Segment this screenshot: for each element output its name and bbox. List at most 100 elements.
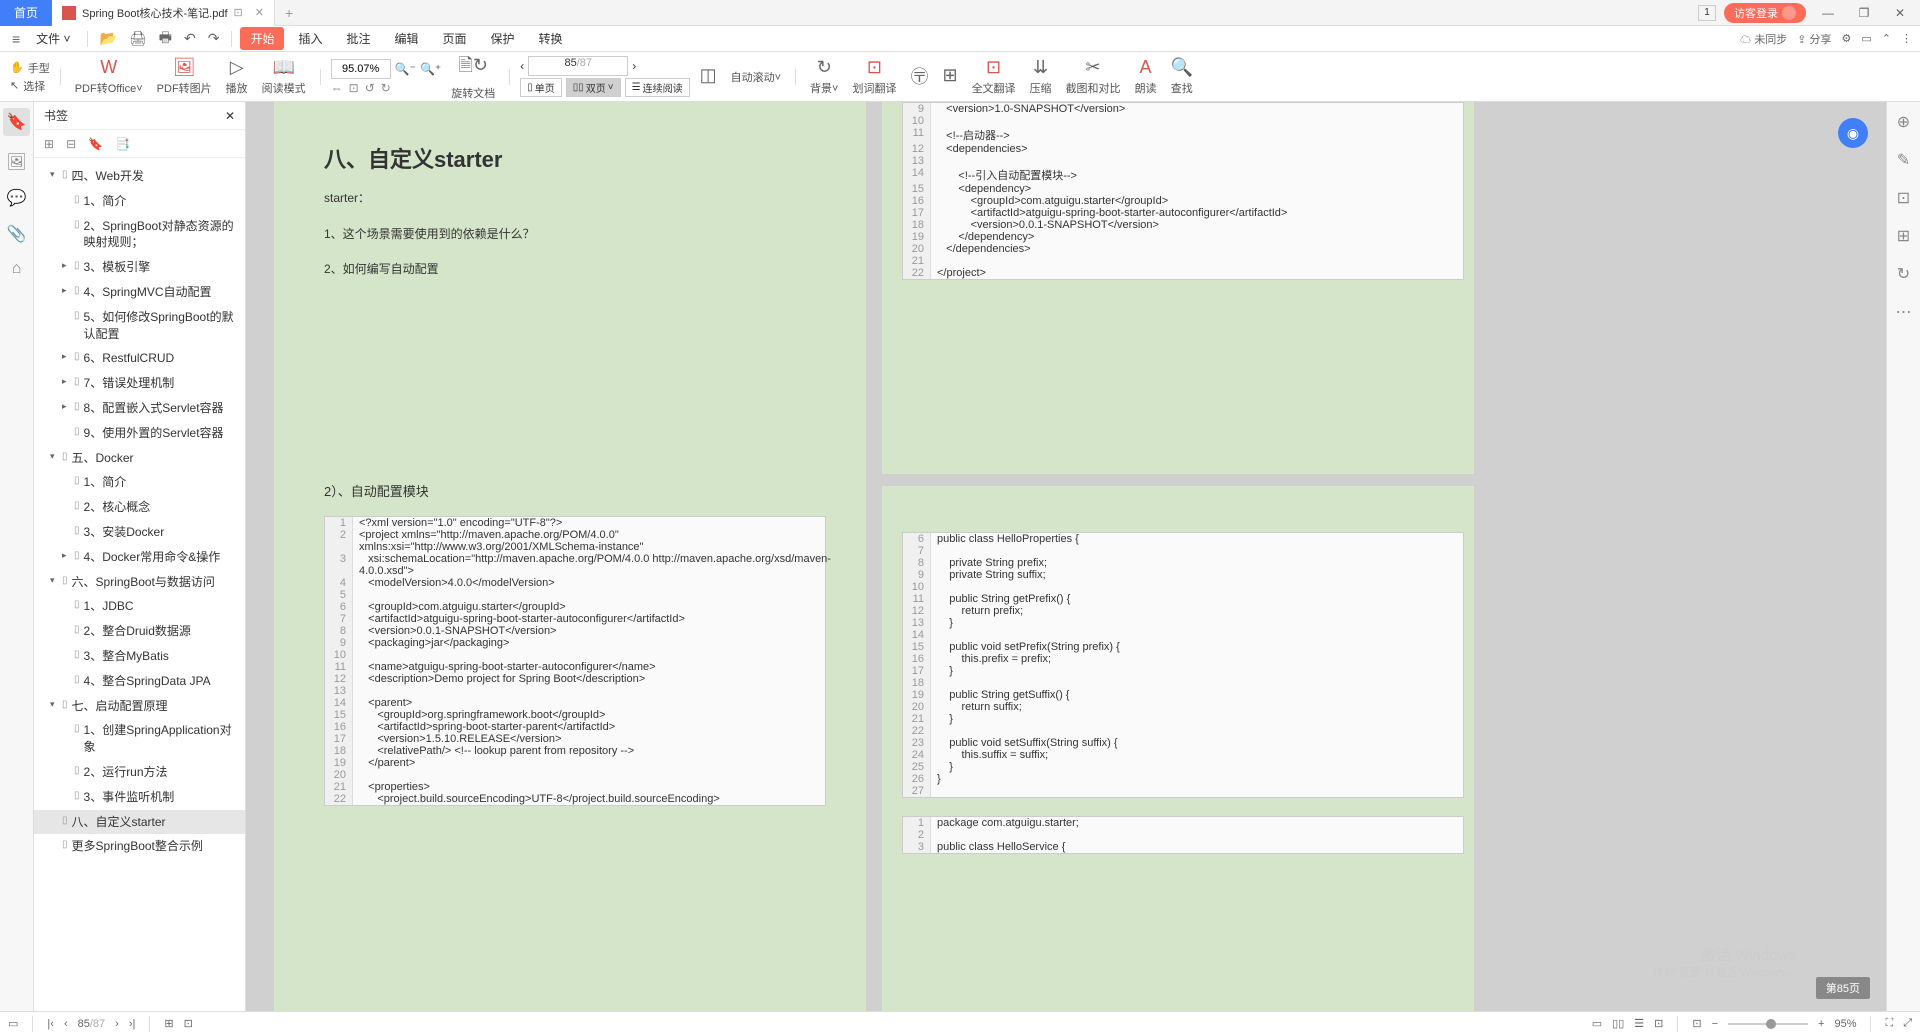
- screenshot[interactable]: ✂截图和对比: [1062, 57, 1125, 96]
- sync-status[interactable]: ☁ 未同步: [1740, 31, 1787, 47]
- view-mode-1-icon[interactable]: ▭: [1592, 1017, 1602, 1030]
- menu-edit[interactable]: 编辑: [384, 30, 428, 47]
- rotate-right-icon[interactable]: ↻: [381, 81, 391, 95]
- zoom-slider[interactable]: [1728, 1023, 1808, 1025]
- bookmark-item[interactable]: ▯2、整合Druid数据源: [34, 619, 245, 644]
- prev-page-icon[interactable]: ‹: [520, 59, 524, 73]
- last-page-icon[interactable]: ›|: [129, 1018, 136, 1030]
- expand-all-icon[interactable]: ⊞: [44, 137, 54, 151]
- prev-page-status-icon[interactable]: ‹: [64, 1018, 68, 1030]
- bookmark-item[interactable]: ▾▯四、Web开发: [34, 164, 245, 189]
- read-aloud[interactable]: A朗读: [1131, 57, 1161, 96]
- zoom-input[interactable]: [331, 59, 391, 79]
- bookmark-nav[interactable]: ◫: [696, 65, 721, 88]
- more-icon[interactable]: ⋮: [1901, 32, 1912, 45]
- full-translate[interactable]: ⊡全文翻译: [968, 57, 1020, 96]
- menu-protect[interactable]: 保护: [481, 30, 525, 47]
- hand-tool[interactable]: ✋ 手型: [10, 60, 50, 76]
- bookmark-item[interactable]: ▯5、如何修改SpringBoot的默认配置: [34, 305, 245, 347]
- rotate-doc[interactable]: 🗎↻旋转文档: [447, 53, 499, 101]
- open-icon[interactable]: 📂: [96, 30, 121, 47]
- notification-badge[interactable]: 1: [1698, 5, 1716, 21]
- tool-icon-4[interactable]: ⊞: [1897, 226, 1910, 246]
- expand-icon[interactable]: ⤢: [1903, 1017, 1912, 1030]
- bookmark-item[interactable]: ▸▯8、配置嵌入式Servlet容器: [34, 396, 245, 421]
- next-page-icon[interactable]: ›: [632, 59, 636, 73]
- delete-bookmark-icon[interactable]: 📑: [115, 137, 130, 151]
- share-button[interactable]: ⇪ 分享: [1797, 31, 1831, 47]
- add-bookmark-icon[interactable]: 🔖: [88, 137, 103, 151]
- bookmark-item[interactable]: ▯3、整合MyBatis: [34, 644, 245, 669]
- tool-icon-2[interactable]: ✎: [1897, 150, 1910, 170]
- bookmark-item[interactable]: ▯4、整合SpringData JPA: [34, 669, 245, 694]
- tool-icon-1[interactable]: ⊕: [1897, 112, 1910, 132]
- bookmark-item[interactable]: ▯9、使用外置的Servlet容器: [34, 421, 245, 446]
- bookmark-item[interactable]: ▯3、安装Docker: [34, 520, 245, 545]
- menu-convert[interactable]: 转换: [529, 30, 573, 47]
- bookmark-item[interactable]: ▯2、核心概念: [34, 495, 245, 520]
- settings-icon[interactable]: ⚙: [1842, 32, 1852, 45]
- fit-page-icon[interactable]: ⊡: [349, 81, 359, 95]
- assistant-float-button[interactable]: ◉: [1838, 118, 1868, 148]
- background[interactable]: ↻背景˅: [806, 57, 842, 96]
- maximize-button[interactable]: ❐: [1850, 3, 1878, 23]
- document-viewport[interactable]: 八、自定义starter starter： 1、这个场景需要使用到的依赖是什么？…: [246, 102, 1886, 1011]
- play-button[interactable]: ▷播放: [222, 57, 252, 96]
- print-icon[interactable]: 🖶: [155, 27, 176, 51]
- status-view-icon[interactable]: ▭: [8, 1017, 18, 1030]
- collapse-all-icon[interactable]: ⊟: [66, 137, 76, 151]
- zoom-in-status-icon[interactable]: +: [1818, 1018, 1824, 1030]
- undo-icon[interactable]: ↶: [180, 30, 200, 47]
- zoom-value[interactable]: 95%: [1834, 1018, 1856, 1030]
- close-window-button[interactable]: ✕: [1886, 3, 1914, 23]
- attachment-rail-icon[interactable]: 📎: [7, 224, 27, 244]
- home-rail-icon[interactable]: ⌂: [12, 260, 22, 278]
- fullscreen-icon[interactable]: ⛶: [1885, 1017, 1893, 1030]
- zoom-in-icon[interactable]: 🔍⁺: [420, 62, 441, 76]
- auto-scroll[interactable]: 自动滚动˅: [727, 69, 785, 85]
- login-button[interactable]: 访客登录: [1724, 3, 1806, 23]
- bookmark-item[interactable]: ▯3、事件监听机制: [34, 785, 245, 810]
- bookmark-item[interactable]: ▸▯4、Docker常用命令&操作: [34, 545, 245, 570]
- pdf-to-office[interactable]: WPDF转Office˅: [71, 57, 147, 96]
- status-layout-icon[interactable]: ⊞: [164, 1017, 173, 1030]
- bookmark-item[interactable]: ▾▯七、启动配置原理: [34, 694, 245, 719]
- zoom-out-icon[interactable]: 🔍⁻: [395, 62, 416, 76]
- first-page-icon[interactable]: |‹: [47, 1018, 54, 1030]
- zoom-out-status-icon[interactable]: −: [1712, 1018, 1718, 1030]
- word-translate[interactable]: ⊡划词翻译: [848, 57, 900, 96]
- pin-icon[interactable]: ⊡: [234, 6, 243, 19]
- file-tab[interactable]: Spring Boot核心技术-笔记.pdf ⊡ ✕: [52, 0, 275, 26]
- comment-rail-icon[interactable]: 💬: [7, 188, 27, 208]
- bookmark-item[interactable]: ▸▯7、错误处理机制: [34, 371, 245, 396]
- home-tab[interactable]: 首页: [0, 0, 52, 26]
- view-mode-2-icon[interactable]: ▯▯: [1612, 1017, 1624, 1030]
- bookmark-item[interactable]: ▸▯6、RestfulCRUD: [34, 346, 245, 371]
- text-extract[interactable]: 〶: [906, 63, 932, 91]
- tool-icon-6[interactable]: ⋯: [1896, 302, 1912, 322]
- find-button[interactable]: 🔍查找: [1167, 57, 1197, 96]
- minimize-button[interactable]: —: [1814, 3, 1842, 23]
- save-icon[interactable]: 🖨: [125, 30, 151, 47]
- hamburger-icon[interactable]: ≡: [8, 31, 24, 47]
- page-input[interactable]: 85/87: [528, 56, 628, 76]
- fit-width-icon[interactable]: ⇔: [331, 81, 343, 95]
- status-layout-icon-2[interactable]: ⊡: [184, 1017, 193, 1030]
- tool-icon-3[interactable]: ⊡: [1897, 188, 1910, 208]
- file-menu[interactable]: 文件 ˅: [28, 30, 78, 47]
- double-page-button[interactable]: ▯▯ 双页˅: [566, 78, 621, 97]
- bookmark-item[interactable]: ▸▯3、模板引擎: [34, 255, 245, 280]
- bookmark-item[interactable]: ▯1、创建SpringApplication对象: [34, 718, 245, 760]
- collapse-ribbon-icon[interactable]: ⌃: [1882, 32, 1891, 45]
- thumbnail-rail-icon[interactable]: 🖼: [6, 152, 26, 172]
- close-panel-icon[interactable]: ✕: [225, 109, 235, 123]
- bookmark-item[interactable]: ▯1、简介: [34, 470, 245, 495]
- single-page-button[interactable]: ▯ 单页: [520, 78, 562, 97]
- next-page-status-icon[interactable]: ›: [115, 1018, 119, 1030]
- bookmark-item[interactable]: ▯八、自定义starter: [34, 810, 245, 835]
- menu-insert[interactable]: 插入: [288, 30, 332, 47]
- bookmark-item[interactable]: ▾▯六、SpringBoot与数据访问: [34, 570, 245, 595]
- menu-start[interactable]: 开始: [240, 27, 284, 50]
- ocr[interactable]: ⊞: [938, 65, 961, 88]
- bookmark-item[interactable]: ▯2、运行run方法: [34, 760, 245, 785]
